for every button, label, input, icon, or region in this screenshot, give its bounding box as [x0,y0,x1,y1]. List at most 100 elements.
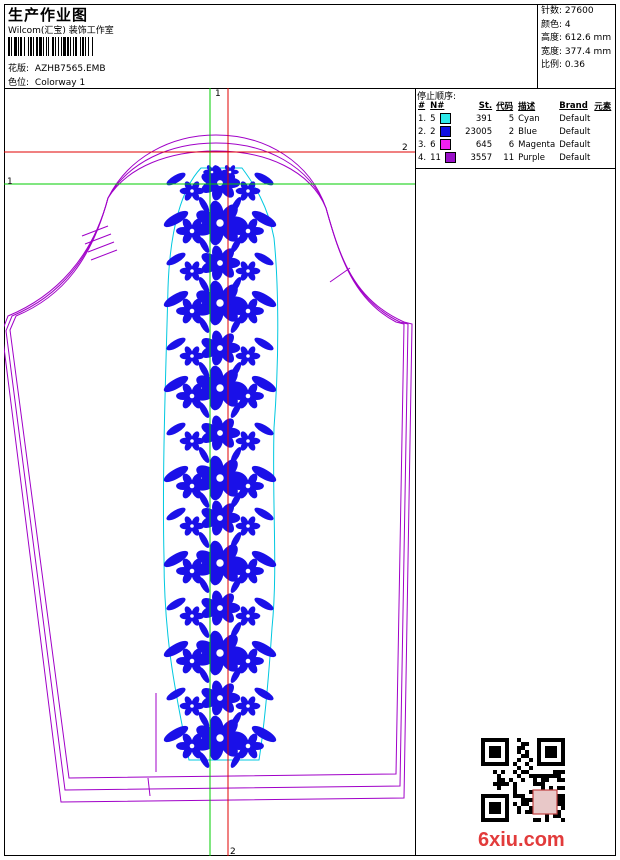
row-index: 2. [418,126,427,137]
stat-height: 高度: 612.6 mm [541,33,612,44]
motif-cluster [201,590,241,626]
motif-leaf [254,252,274,266]
motif-leaf [254,422,274,436]
motif-leaf [198,667,210,683]
row-stitches: 23005 [465,126,493,137]
design-file-name: AZHB7565.EMB [34,64,106,74]
motif-leaf [198,492,210,508]
table-row: 4. 11 3557 11 Purple Default [416,151,613,164]
motif-leaf [198,237,210,253]
motif-leaf [166,252,186,266]
stat-colors: 颜色: 4 [541,19,571,30]
motif-leaf [166,597,186,611]
row-needle: 11 [428,151,458,164]
colorway-label: 色位: [8,78,30,88]
qr-code [481,738,565,822]
motif-leaf [166,507,186,521]
row-element [592,138,613,151]
row-code: 6 [508,139,515,150]
row-index: 1. [418,113,427,124]
row-description: Magenta [518,139,556,150]
motif-leaf [166,422,186,436]
row-brand: Default [559,152,591,163]
motif-leaf [254,507,274,521]
table-row: 3. 6 645 6 Magenta Default [416,138,613,151]
motif-cluster [201,415,241,451]
stat-width: 宽度: 377.4 mm [541,46,612,57]
row-needle: 5 [428,112,458,125]
row-code: 5 [508,113,515,124]
col-needle: N# [430,101,445,111]
color-swatch [439,113,451,124]
row-element [592,125,613,138]
row-needle: 2 [428,125,458,138]
col-element: 元素 [594,102,612,112]
motif-leaf [198,532,210,548]
motif-cluster [201,330,241,366]
motif-leaf [198,402,210,418]
row-description: Cyan [518,113,540,124]
needle-number: 11 [430,153,441,163]
embroidery-layout: 1 1 2 2 [4,88,415,856]
motif-leaf [166,172,186,186]
color-swatch [444,152,456,163]
colorway-row: 色位: Colorway 1 [8,75,85,88]
row-element [592,151,613,164]
stop-sequence-table: # N# St. 代码 描述 Brand 元素 1. 5 391 5 Cyan Defau… [416,100,613,164]
row-stitches: 391 [475,113,493,124]
col-brand: Brand [559,101,588,111]
stats-panel: 针数: 27600 颜色: 4 高度: 612.6 mm 宽度: 377.4 m… [541,5,611,73]
table-header-row: # N# St. 代码 描述 Brand 元素 [416,100,613,112]
needle-number: 6 [430,140,436,150]
color-swatch [439,139,451,150]
row-description: Purple [518,152,545,163]
col-index: # [418,101,426,111]
floral-motifs [163,165,277,768]
stats-divider [537,4,538,89]
color-swatch [439,126,451,137]
motif-leaf [198,577,210,593]
motif-leaf [198,317,210,333]
sidebar-divider [415,88,416,856]
row-stitches: 3557 [470,152,493,163]
stat-scale: 比例: 0.36 [541,60,585,71]
row-stitches: 645 [475,139,493,150]
row-index: 3. [418,139,427,150]
design-file-row: 花版: AZHB7565.EMB [8,61,106,74]
motif-leaf [254,597,274,611]
green-guide-marker-top: 1 [215,89,221,99]
colorway-value: Colorway 1 [34,78,86,88]
needle-number: 5 [430,114,436,124]
design-file-label: 花版: [8,64,30,74]
stat-stitches: 针数: 27600 [541,6,594,16]
row-code: 11 [503,152,515,163]
row-description: Blue [518,126,537,137]
green-guide-marker-left: 1 [7,177,13,187]
col-code: 代码 [496,102,514,112]
motif-leaf [254,337,274,351]
row-needle: 6 [428,138,458,151]
row-brand: Default [559,126,591,137]
row-element [592,112,613,125]
red-guide-marker-bottom: 2 [230,847,236,856]
row-index: 4. [418,152,427,163]
table-row: 2. 2 23005 2 Blue Default [416,125,613,138]
barcode [8,37,150,56]
motif-leaf [166,687,186,701]
row-brand: Default [559,113,591,124]
document-title: 生产作业图 [8,6,89,24]
needle-number: 2 [430,127,436,137]
red-guide-marker-right: 2 [402,143,408,153]
table-divider [415,168,616,169]
motif-leaf [198,622,210,638]
row-code: 2 [508,126,515,137]
table-row: 1. 5 391 5 Cyan Default [416,112,613,125]
motif-leaf [254,172,274,186]
site-watermark: 6xiu.com [478,829,565,851]
guide-lines [4,88,415,856]
motif-leaf [166,337,186,351]
col-stitches: St. [478,101,493,111]
row-brand: Default [559,139,591,150]
motif-leaf [254,687,274,701]
studio-subtitle: Wilcom(汇宝) 装饰工作室 [8,26,114,36]
